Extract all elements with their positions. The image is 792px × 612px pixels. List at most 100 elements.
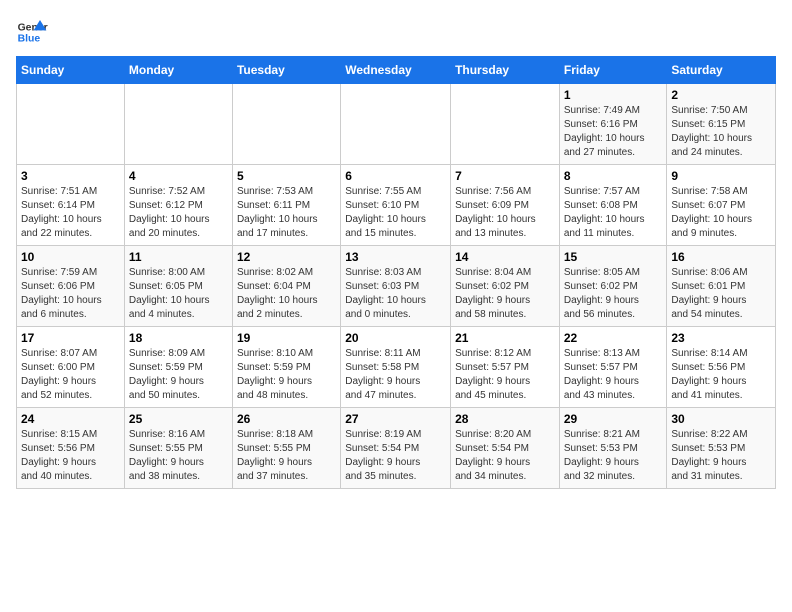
day-info: Sunrise: 8:09 AM Sunset: 5:59 PM Dayligh… (129, 347, 228, 403)
day-number: 15 (564, 250, 663, 264)
calendar-week-row: 3 Sunrise: 7:51 AM Sunset: 6:14 PM Daylig… (17, 165, 776, 246)
calendar-cell: 8 Sunrise: 7:57 AM Sunset: 6:08 PM Daylig… (559, 165, 667, 246)
calendar-header-row: SundayMondayTuesdayWednesdayThursdayFrid… (17, 57, 776, 84)
calendar-cell: 2 Sunrise: 7:50 AM Sunset: 6:15 PM Daylig… (667, 84, 776, 165)
day-info: Sunrise: 8:05 AM Sunset: 6:02 PM Dayligh… (564, 266, 663, 322)
calendar-week-row: 1 Sunrise: 7:49 AM Sunset: 6:16 PM Daylig… (17, 84, 776, 165)
day-number: 16 (671, 250, 771, 264)
calendar-cell: 4Sunrise: 7:52 AM Sunset: 6:12 PM Daylig… (124, 165, 232, 246)
page-header: General Blue (16, 16, 776, 48)
calendar-header-monday: Monday (124, 57, 232, 84)
day-number: 21 (455, 331, 555, 345)
day-info: Sunrise: 8:15 AM Sunset: 5:56 PM Dayligh… (21, 428, 120, 484)
calendar-cell: 20 Sunrise: 8:11 AM Sunset: 5:58 PM Dayli… (341, 327, 451, 408)
day-number: 8 (564, 169, 663, 183)
calendar-cell: 26Sunrise: 8:18 AM Sunset: 5:55 PM Dayli… (232, 408, 340, 489)
day-number: 1 (564, 88, 663, 102)
day-info: Sunrise: 8:12 AM Sunset: 5:57 PM Dayligh… (455, 347, 555, 403)
calendar-cell: 14 Sunrise: 8:04 AM Sunset: 6:02 PM Dayli… (451, 246, 560, 327)
calendar-body: 1 Sunrise: 7:49 AM Sunset: 6:16 PM Daylig… (17, 84, 776, 489)
calendar-cell: 18 Sunrise: 8:09 AM Sunset: 5:59 PM Dayli… (124, 327, 232, 408)
calendar-cell: 25Sunrise: 8:16 AM Sunset: 5:55 PM Dayli… (124, 408, 232, 489)
day-number: 13 (345, 250, 446, 264)
calendar-cell: 27 Sunrise: 8:19 AM Sunset: 5:54 PM Dayli… (341, 408, 451, 489)
day-info: Sunrise: 7:58 AM Sunset: 6:07 PM Dayligh… (671, 185, 771, 241)
logo: General Blue (16, 16, 48, 48)
day-number: 29 (564, 412, 663, 426)
calendar-week-row: 17 Sunrise: 8:07 AM Sunset: 6:00 PM Dayli… (17, 327, 776, 408)
day-info: Sunrise: 7:50 AM Sunset: 6:15 PM Dayligh… (671, 104, 771, 160)
calendar-cell: 11Sunrise: 8:00 AM Sunset: 6:05 PM Dayli… (124, 246, 232, 327)
calendar-cell: 5 Sunrise: 7:53 AM Sunset: 6:11 PM Daylig… (232, 165, 340, 246)
day-number: 11 (129, 250, 228, 264)
day-info: Sunrise: 8:22 AM Sunset: 5:53 PM Dayligh… (671, 428, 771, 484)
day-number: 20 (345, 331, 446, 345)
calendar-cell: 12 Sunrise: 8:02 AM Sunset: 6:04 PM Dayli… (232, 246, 340, 327)
calendar-cell: 21 Sunrise: 8:12 AM Sunset: 5:57 PM Dayli… (451, 327, 560, 408)
day-info: Sunrise: 7:53 AM Sunset: 6:11 PM Dayligh… (237, 185, 336, 241)
calendar-header-friday: Friday (559, 57, 667, 84)
calendar-header-saturday: Saturday (667, 57, 776, 84)
day-number: 28 (455, 412, 555, 426)
day-info: Sunrise: 8:19 AM Sunset: 5:54 PM Dayligh… (345, 428, 446, 484)
calendar-cell: 1 Sunrise: 7:49 AM Sunset: 6:16 PM Daylig… (559, 84, 667, 165)
day-number: 7 (455, 169, 555, 183)
calendar-cell: 10 Sunrise: 7:59 AM Sunset: 6:06 PM Dayli… (17, 246, 125, 327)
day-number: 6 (345, 169, 446, 183)
day-info: Sunrise: 7:51 AM Sunset: 6:14 PM Dayligh… (21, 185, 120, 241)
day-number: 23 (671, 331, 771, 345)
calendar-cell: 9 Sunrise: 7:58 AM Sunset: 6:07 PM Daylig… (667, 165, 776, 246)
day-info: Sunrise: 7:49 AM Sunset: 6:16 PM Dayligh… (564, 104, 663, 160)
calendar-cell: 16 Sunrise: 8:06 AM Sunset: 6:01 PM Dayli… (667, 246, 776, 327)
day-number: 9 (671, 169, 771, 183)
day-number: 14 (455, 250, 555, 264)
day-info: Sunrise: 7:55 AM Sunset: 6:10 PM Dayligh… (345, 185, 446, 241)
day-number: 10 (21, 250, 120, 264)
calendar-cell: 3 Sunrise: 7:51 AM Sunset: 6:14 PM Daylig… (17, 165, 125, 246)
day-number: 17 (21, 331, 120, 345)
day-number: 5 (237, 169, 336, 183)
calendar-header-wednesday: Wednesday (341, 57, 451, 84)
day-info: Sunrise: 8:13 AM Sunset: 5:57 PM Dayligh… (564, 347, 663, 403)
day-info: Sunrise: 8:02 AM Sunset: 6:04 PM Dayligh… (237, 266, 336, 322)
calendar-header-thursday: Thursday (451, 57, 560, 84)
calendar-cell: 28 Sunrise: 8:20 AM Sunset: 5:54 PM Dayli… (451, 408, 560, 489)
day-number: 19 (237, 331, 336, 345)
day-info: Sunrise: 8:03 AM Sunset: 6:03 PM Dayligh… (345, 266, 446, 322)
calendar-cell: 15 Sunrise: 8:05 AM Sunset: 6:02 PM Dayli… (559, 246, 667, 327)
calendar-cell: 7 Sunrise: 7:56 AM Sunset: 6:09 PM Daylig… (451, 165, 560, 246)
logo-icon: General Blue (16, 16, 48, 48)
day-info: Sunrise: 8:11 AM Sunset: 5:58 PM Dayligh… (345, 347, 446, 403)
day-info: Sunrise: 7:59 AM Sunset: 6:06 PM Dayligh… (21, 266, 120, 322)
day-info: Sunrise: 8:14 AM Sunset: 5:56 PM Dayligh… (671, 347, 771, 403)
calendar-cell: 23 Sunrise: 8:14 AM Sunset: 5:56 PM Dayli… (667, 327, 776, 408)
day-info: Sunrise: 7:57 AM Sunset: 6:08 PM Dayligh… (564, 185, 663, 241)
calendar-header-sunday: Sunday (17, 57, 125, 84)
day-number: 12 (237, 250, 336, 264)
day-info: Sunrise: 7:52 AM Sunset: 6:12 PM Dayligh… (129, 185, 228, 241)
day-number: 27 (345, 412, 446, 426)
calendar-cell: 6 Sunrise: 7:55 AM Sunset: 6:10 PM Daylig… (341, 165, 451, 246)
day-info: Sunrise: 7:56 AM Sunset: 6:09 PM Dayligh… (455, 185, 555, 241)
day-info: Sunrise: 8:06 AM Sunset: 6:01 PM Dayligh… (671, 266, 771, 322)
calendar-cell (232, 84, 340, 165)
day-number: 25 (129, 412, 228, 426)
day-number: 3 (21, 169, 120, 183)
svg-text:Blue: Blue (18, 34, 41, 45)
day-number: 22 (564, 331, 663, 345)
calendar-cell: 24 Sunrise: 8:15 AM Sunset: 5:56 PM Dayli… (17, 408, 125, 489)
day-number: 30 (671, 412, 771, 426)
calendar-cell: 19 Sunrise: 8:10 AM Sunset: 5:59 PM Dayli… (232, 327, 340, 408)
day-number: 2 (671, 88, 771, 102)
day-number: 24 (21, 412, 120, 426)
day-info: Sunrise: 8:20 AM Sunset: 5:54 PM Dayligh… (455, 428, 555, 484)
day-info: Sunrise: 8:10 AM Sunset: 5:59 PM Dayligh… (237, 347, 336, 403)
calendar-header-tuesday: Tuesday (232, 57, 340, 84)
calendar-week-row: 24 Sunrise: 8:15 AM Sunset: 5:56 PM Dayli… (17, 408, 776, 489)
calendar-cell (124, 84, 232, 165)
day-info: Sunrise: 8:04 AM Sunset: 6:02 PM Dayligh… (455, 266, 555, 322)
day-number: 26 (237, 412, 336, 426)
calendar-table: SundayMondayTuesdayWednesdayThursdayFrid… (16, 56, 776, 489)
day-number: 18 (129, 331, 228, 345)
day-info: Sunrise: 8:07 AM Sunset: 6:00 PM Dayligh… (21, 347, 120, 403)
